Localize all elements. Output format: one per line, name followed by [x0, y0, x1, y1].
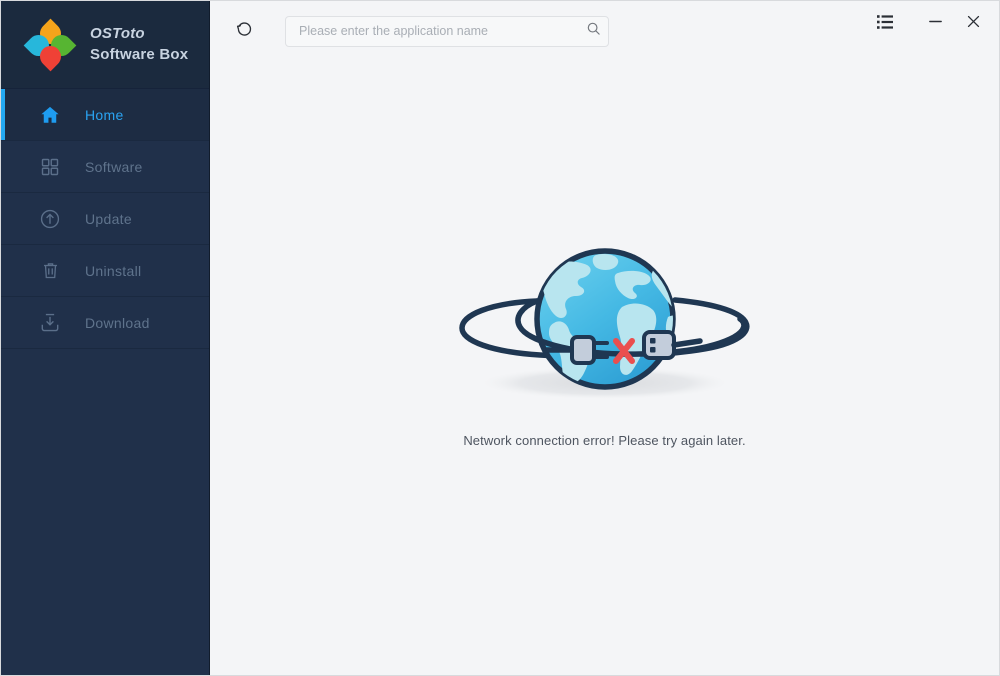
brand-name-line2: Software Box — [90, 46, 189, 63]
sidebar-item-label: Home — [85, 106, 124, 123]
error-message: Network connection error! Please try aga… — [463, 433, 746, 448]
search-input[interactable] — [286, 16, 578, 46]
sidebar-item-download[interactable]: Download — [1, 297, 209, 349]
sidebar-item-label: Download — [85, 314, 150, 331]
close-button[interactable] — [954, 5, 992, 43]
brand-header: OSToto Software Box — [1, 1, 209, 89]
menu-button[interactable] — [866, 5, 904, 43]
minimize-button[interactable] — [916, 5, 954, 43]
brand-name-line1: OSToto — [90, 25, 145, 43]
sidebar-item-software[interactable]: Software — [1, 141, 209, 193]
sidebar-item-uninstall[interactable]: Uninstall — [1, 245, 209, 297]
download-tray-icon — [37, 310, 63, 336]
empty-state: Network connection error! Please try aga… — [210, 231, 999, 448]
sidebar-item-label: Uninstall — [85, 262, 142, 279]
sidebar-item-label: Update — [85, 210, 132, 227]
globe-disconnected-plug-icon — [458, 248, 750, 399]
sidebar-item-label: Software — [85, 158, 143, 175]
list-menu-icon — [877, 14, 893, 35]
sidebar-nav: Home Software Update Uninstall Download — [1, 89, 209, 349]
search-button[interactable] — [578, 17, 608, 46]
clover-logo-icon — [23, 18, 77, 72]
search-icon — [586, 21, 601, 41]
sidebar: OSToto Software Box Home Software Update… — [1, 1, 210, 675]
main-area: Network connection error! Please try aga… — [210, 1, 999, 675]
grid-squares-icon — [37, 154, 63, 180]
content-area: Network connection error! Please try aga… — [210, 61, 999, 675]
refresh-icon — [235, 19, 254, 43]
home-icon — [37, 102, 63, 128]
close-icon — [965, 13, 982, 35]
minimize-icon — [927, 13, 944, 35]
application-window: OSToto Software Box Home Software Update… — [0, 0, 1000, 676]
sidebar-item-home[interactable]: Home — [1, 89, 209, 141]
sidebar-item-update[interactable]: Update — [1, 193, 209, 245]
refresh-button[interactable] — [229, 16, 259, 46]
trash-icon — [37, 258, 63, 284]
top-toolbar — [210, 1, 999, 61]
socket-icon — [641, 330, 703, 360]
search-box[interactable] — [285, 15, 609, 47]
brand-text: OSToto Software Box — [90, 24, 188, 65]
window-controls — [866, 1, 999, 47]
arrow-up-circle-icon — [37, 206, 63, 232]
